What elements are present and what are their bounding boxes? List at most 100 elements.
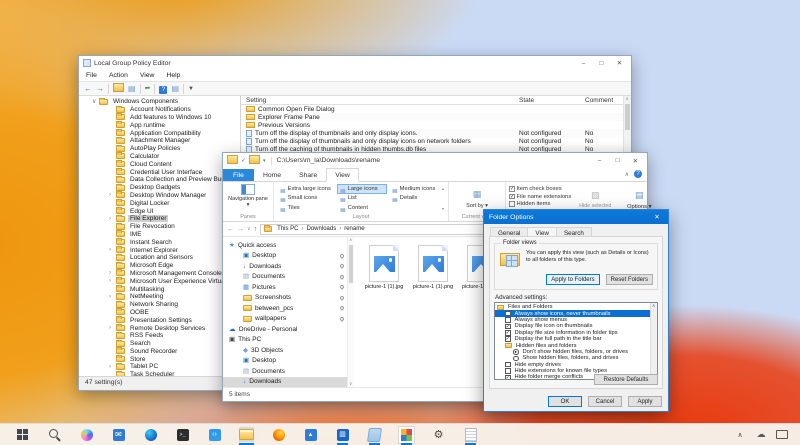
tree-item[interactable]: › File Explorer [79,215,240,223]
settings-icon[interactable] [431,427,446,442]
gpe-titlebar[interactable]: Local Group Policy Editor – □ ✕ [79,56,631,70]
expand-arrow-icon[interactable]: ∨ [92,98,99,105]
tree-item[interactable]: › Microsoft Management Console [79,270,240,278]
sep-icon[interactable] [108,84,109,94]
expand-arrow-icon[interactable]: › [109,364,116,370]
explorer-icon[interactable] [239,427,254,442]
tree-item[interactable]: Store [79,355,240,363]
sep-icon[interactable] [140,84,141,94]
start-icon[interactable] [15,427,30,442]
tree-item[interactable]: Sound Recorder [79,348,240,356]
policy-row[interactable]: Common Open File Dialog [241,105,623,113]
ribbon-tab[interactable]: Share [290,168,326,182]
checkbox[interactable] [505,368,511,374]
sidebar-item[interactable]: Desktop [223,251,347,262]
caret-down-icon[interactable]: ▾ [263,158,266,164]
tree-item[interactable]: › Internet Explorer [79,246,240,254]
back-icon[interactable]: ← [227,226,234,233]
sidebar-item[interactable]: Downloads [223,377,347,388]
tree-item[interactable]: › Microsoft User Experience Virtualizati… [79,277,240,285]
sort-by-button[interactable]: Sort by ▾ [452,184,502,209]
breadcrumb-item[interactable]: › This PC [277,226,298,232]
column-setting[interactable]: Setting [241,97,519,104]
ribbon-checkbox-row[interactable]: ✓ File name extensions [509,194,571,200]
policy-row[interactable]: Previous Versions [241,121,623,129]
tree-item[interactable]: › NetMeeting [79,293,240,301]
vscode-icon[interactable] [207,427,222,442]
expand-arrow-icon[interactable]: › [109,278,116,284]
mail-icon[interactable] [111,427,126,442]
photos-icon[interactable] [303,427,318,442]
breadcrumb-item[interactable]: › rename [336,226,364,232]
tree-item[interactable]: Location and Sensors [79,254,240,262]
tree-item[interactable]: Desktop Gadgets [79,184,240,192]
view-option[interactable]: List [337,194,387,204]
book-icon[interactable] [367,427,382,442]
chevron-up-icon[interactable] [734,429,746,441]
view-option[interactable]: Content [337,203,387,213]
checkbox[interactable]: ✓ [505,324,511,330]
file-item[interactable]: picture-1 (1).png [411,245,455,290]
tool-folder-icon[interactable] [113,83,124,95]
help-icon[interactable]: ? [634,170,642,178]
checkbox[interactable]: ✓ [509,186,515,192]
tree-item[interactable]: Instant Search [79,238,240,246]
tree-item[interactable]: Multitasking [79,285,240,293]
tree-item[interactable]: Credential User Interface [79,168,240,176]
gpe-menu-item[interactable]: Help [166,72,180,79]
column-comment[interactable]: Comment [585,97,623,104]
sep-icon[interactable] [183,84,184,94]
apply-button[interactable]: Apply [628,396,662,407]
sidebar-item[interactable]: Pictures [223,282,347,293]
expand-arrow-icon[interactable]: › [109,294,116,300]
sidebar-item[interactable]: Screenshots [223,293,347,304]
checkbox[interactable]: ✓ [509,194,515,200]
ribbon-tab[interactable]: View [326,168,359,182]
tree-item[interactable]: Calculator [79,153,240,161]
firefox-icon[interactable] [271,427,286,442]
tree-item[interactable]: Microsoft Edge [79,262,240,270]
policy-row[interactable]: Turn off the display of thumbnails and o… [241,129,623,137]
breadcrumb-item[interactable]: › Downloads [299,226,337,232]
expand-arrow-icon[interactable]: › [109,270,116,276]
expand-arrow-icon[interactable]: › [109,192,116,198]
expand-arrow-icon[interactable]: › [109,216,116,222]
gpe-menu-item[interactable]: File [86,72,97,79]
terminal-icon[interactable] [175,427,190,442]
tree-item[interactable]: Attachment Manager [79,137,240,145]
filter-icon[interactable] [188,83,194,94]
view-option[interactable]: Small icons [277,194,335,204]
tree-item[interactable]: File Revocation [79,223,240,231]
copilot-icon[interactable] [79,427,94,442]
edge-icon[interactable] [143,427,158,442]
sidebar-item[interactable]: Downloads [223,261,347,272]
checkbox[interactable]: ✓ [505,375,511,379]
tree-item[interactable]: Search [79,340,240,348]
checkbox[interactable]: ✓ [505,336,511,342]
sidebar-item[interactable]: Quick access [223,240,347,251]
help-icon[interactable] [159,84,167,94]
export-icon[interactable] [145,83,151,94]
tree-item[interactable]: Cloud Content [79,160,240,168]
up-icon[interactable]: ↑ [254,226,258,233]
checkbox[interactable]: ✓ [505,330,511,336]
notepad-icon[interactable] [463,427,478,442]
tree-item[interactable]: Account Notifications [79,106,240,114]
tool-folder-icon[interactable] [227,155,238,167]
checkbox[interactable] [505,317,511,323]
restore-defaults-button[interactable]: Restore Defaults [594,374,658,385]
expand-arrow-icon[interactable]: › [109,325,116,331]
sidebar-item[interactable]: Documents [223,272,347,283]
gpe-menu-item[interactable]: View [140,72,155,79]
ribbon-checkbox-row[interactable]: Hidden items [509,201,571,207]
apply-to-folders-button[interactable]: Apply to Folders [546,274,599,285]
search-icon[interactable] [47,427,62,442]
explorer-titlebar[interactable]: ▾ C:\Users\m_la\Downloads\rename – □ ✕ [223,153,647,168]
tree-item[interactable]: App runtime [79,121,240,129]
panel-icon[interactable] [128,84,136,94]
tree-item[interactable]: › Remote Desktop Services [79,324,240,332]
cancel-button[interactable]: Cancel [588,396,622,407]
layout-scroll[interactable]: ▴▾ [441,184,445,213]
policy-row[interactable]: Explorer Frame Pane [241,113,623,121]
tree-item[interactable]: RSS Feeds [79,332,240,340]
